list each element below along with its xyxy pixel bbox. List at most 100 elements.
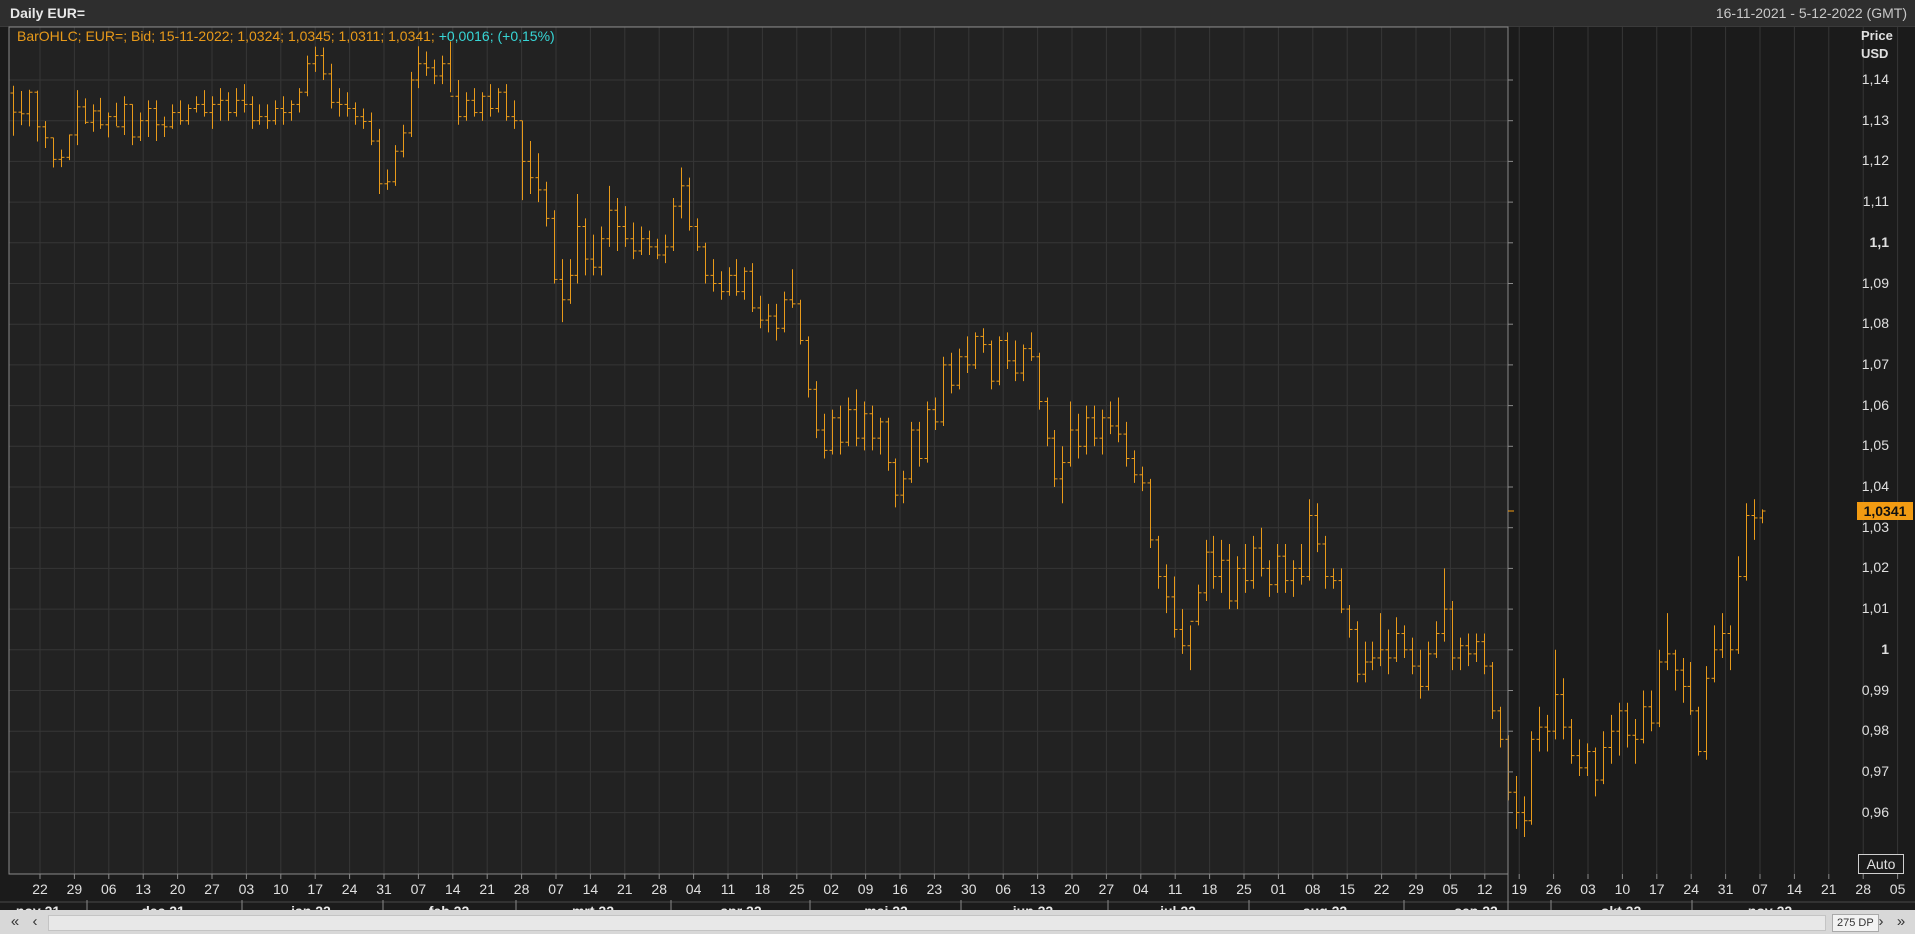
ohlc-bar [1616, 702, 1623, 756]
title-bar: Daily EUR= 16-11-2021 - 5-12-2022 (GMT) [0, 0, 1915, 27]
x-day-label: 21 [1821, 881, 1837, 897]
ohlc-bar [1608, 714, 1615, 764]
x-day-label: 31 [1718, 881, 1734, 897]
y-tick-label: 1 [1881, 640, 1889, 657]
x-day-label: 01 [1271, 881, 1287, 897]
x-day-label: 05 [1443, 881, 1459, 897]
chart-window: Daily EUR= 16-11-2021 - 5-12-2022 (GMT) … [0, 0, 1915, 934]
x-month-label: apr 22 [720, 903, 761, 910]
x-day-label: 22 [1374, 881, 1390, 897]
y-tick-label: 0,96 [1861, 803, 1889, 820]
x-day-label: 16 [892, 881, 908, 897]
x-day-label: 25 [789, 881, 805, 897]
x-day-label: 07 [411, 881, 427, 897]
scroll-next-icon[interactable]: › [1872, 913, 1890, 931]
ohlc-bar [1576, 739, 1583, 776]
scroll-last-icon[interactable]: » [1892, 913, 1910, 931]
y-tick-label: 1,11 [1862, 193, 1889, 210]
x-day-label: 28 [651, 881, 667, 897]
ohlc-bar [1584, 743, 1591, 776]
x-day-label: 10 [273, 881, 289, 897]
x-day-label: 24 [342, 881, 358, 897]
x-day-label: 03 [1580, 881, 1596, 897]
x-day-label: 27 [204, 881, 220, 897]
x-day-label: 24 [1683, 881, 1699, 897]
ohlc-bar [1751, 499, 1758, 540]
x-day-label: 20 [1064, 881, 1080, 897]
date-range: 16-11-2021 - 5-12-2022 (GMT) [1715, 5, 1907, 21]
ohlc-bar [1743, 503, 1750, 581]
ohlc-bar [1513, 775, 1520, 829]
scroll-track[interactable] [48, 915, 1826, 931]
ohlc-bar [1544, 714, 1551, 752]
y-tick-label: 1,12 [1861, 152, 1889, 169]
x-day-label: 07 [548, 881, 564, 897]
auto-scale-button[interactable]: Auto [1858, 854, 1904, 874]
ohlc-bar [1687, 662, 1694, 715]
y-tick-label: 1,01 [1861, 600, 1889, 617]
x-day-label: 04 [1133, 881, 1149, 897]
x-month-label: okt 22 [1601, 903, 1642, 910]
ohlc-bar [1632, 718, 1639, 764]
x-day-label: 19 [1511, 881, 1527, 897]
x-day-label: 02 [823, 881, 839, 897]
y-tick-label: 1,05 [1861, 437, 1889, 454]
ohlc-bar [1521, 796, 1528, 838]
ohlc-bar [1560, 678, 1567, 740]
x-day-label: 21 [617, 881, 633, 897]
y-tick-label: 1,02 [1861, 559, 1889, 576]
x-month-label: jan 22 [290, 903, 331, 910]
y-tick-label: 1,03 [1861, 518, 1889, 535]
x-day-label: 17 [1649, 881, 1665, 897]
ohlc-bar [1719, 613, 1726, 658]
last-price-label: 1,0341 [1857, 502, 1913, 520]
x-day-label: 25 [1236, 881, 1252, 897]
ohlc-bar [1528, 731, 1535, 825]
x-axis: 22 29 06 13 20 27 03 10 17 24 31 07 14 21 28 07 14 21 28 04… [0, 874, 1915, 910]
scroll-first-icon[interactable]: « [6, 913, 24, 931]
y-tick-label: 1,1 [1869, 233, 1889, 250]
scroll-prev-icon[interactable]: ‹ [26, 913, 44, 931]
plot-area[interactable]: 22 29 06 13 20 27 03 10 17 24 31 07 14 21 28 07 14 21 28 04… [0, 26, 1915, 910]
ohlc-bar [1680, 657, 1687, 703]
x-month-label: dec 21 [141, 903, 185, 910]
x-day-label: 28 [514, 881, 530, 897]
x-day-label: 03 [239, 881, 255, 897]
x-day-label: 11 [1168, 881, 1183, 897]
x-month-label: mei 22 [864, 903, 908, 910]
y-tick-label: 1,04 [1861, 478, 1889, 494]
y-axis-header: Price USD [1861, 27, 1893, 63]
ohlc-bar [1648, 690, 1655, 732]
x-day-label: 10 [1615, 881, 1631, 897]
ohlc-bar [1656, 649, 1663, 728]
x-day-label: 17 [307, 881, 323, 897]
y-axis-unit: USD [1861, 46, 1889, 61]
x-day-label: 08 [1305, 881, 1321, 897]
ohlc-bar [1536, 706, 1543, 752]
x-day-label: 27 [1099, 881, 1115, 897]
y-tick-label: 0,98 [1861, 722, 1889, 739]
ohlc-bar [1600, 731, 1607, 785]
y-tick-label: 0,99 [1861, 681, 1889, 698]
x-day-label: 12 [1477, 881, 1493, 897]
y-axis-title: Price [1861, 28, 1893, 43]
ohlc-bar [1664, 613, 1671, 671]
plot-background [9, 27, 1508, 874]
x-day-label: 21 [479, 881, 495, 897]
legend-ohlc-text: BarOHLC; EUR=; Bid; 15-11-2022; 1,0324; … [17, 28, 435, 44]
y-tick-label: 1,13 [1861, 111, 1889, 128]
chart-title: Daily EUR= [10, 5, 86, 21]
x-day-label: 26 [1546, 881, 1562, 897]
x-month-label: mrt 22 [572, 903, 614, 910]
x-day-label: 14 [1787, 881, 1803, 897]
ohlc-bar [1727, 625, 1734, 671]
x-day-label: 05 [1890, 881, 1906, 897]
x-month-label: nov 22 [1748, 903, 1793, 910]
x-day-label: 31 [376, 881, 392, 897]
x-day-label: 22 [32, 881, 48, 897]
x-month-label: feb 22 [429, 903, 470, 910]
x-month-label: sep 22 [1454, 903, 1498, 910]
x-day-label: 04 [686, 881, 702, 897]
x-day-label: 23 [927, 881, 943, 897]
ohlc-bar [1695, 706, 1702, 756]
